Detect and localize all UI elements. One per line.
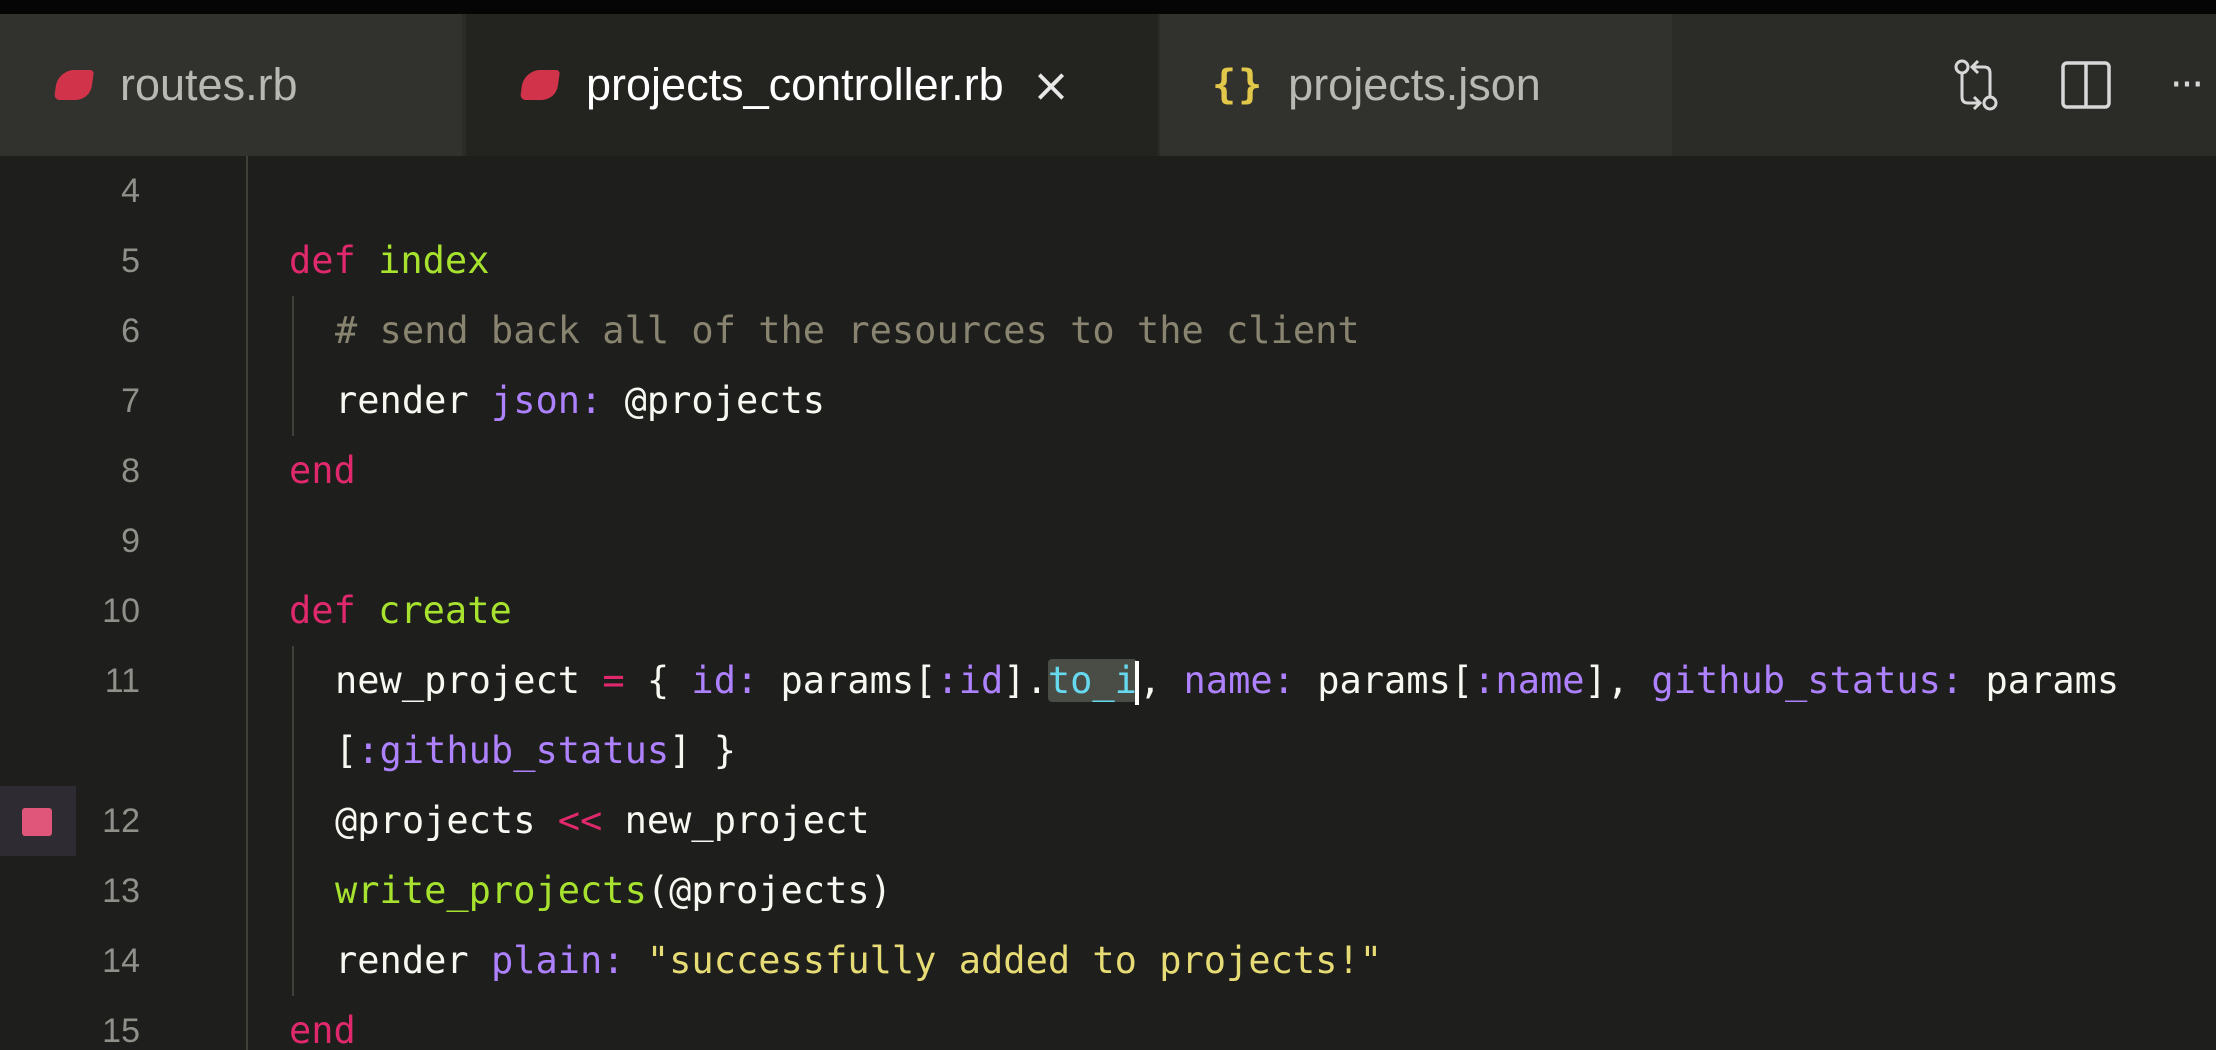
line-number: 6 [121,312,140,350]
selected-text[interactable]: to_i [1047,659,1137,702]
tab-label: routes.rb [120,59,298,110]
line-number: 8 [121,452,140,490]
line-number: 11 [104,662,140,700]
more-actions-icon[interactable]: ··· [2156,55,2216,115]
keyword: def [289,589,356,632]
code-token: render [335,939,491,982]
line-number: 10 [102,592,140,630]
compare-changes-icon[interactable] [1946,55,2006,115]
function-call: write_projects [335,869,647,912]
code-token: render [335,379,491,422]
symbol-token: :id [936,659,1004,702]
json-icon: {} [1212,62,1265,108]
code-line-7: render json: @projects [335,366,825,436]
ruby-icon [53,70,95,100]
method-name: create [378,589,512,632]
keyword: def [289,239,356,282]
code-line-11: new_project = { id: params[:id].to_i, na… [335,646,2119,716]
code-token: params[ [758,659,937,702]
symbol-token: plain: [490,939,625,982]
split-editor-icon[interactable] [2056,55,2116,115]
keyword: end [289,449,356,492]
tab-projects-controller[interactable]: projects_controller.rb × [466,14,1158,156]
code-token: params[ [1294,659,1474,702]
code-line-10: def create [289,576,512,646]
code-token: params [1963,659,2120,702]
code-line-15: end [289,996,356,1050]
symbol-token: github_status: [1651,659,1964,702]
editor-window: routes.rb projects_controller.rb × {} pr… [0,0,2216,1050]
code-token: new_project [335,659,603,702]
code-line-11-wrap: [:github_status] } [335,716,736,786]
line-number: 5 [121,242,140,280]
tab-bar: routes.rb projects_controller.rb × {} pr… [0,14,2216,156]
tab-routes[interactable]: routes.rb [0,14,462,156]
symbol-token: :name [1473,659,1585,702]
operator-token: << [557,799,603,842]
code-line-5: def index [289,226,490,296]
line-number: 12 [102,802,140,840]
code-token: { [624,659,692,702]
code-token: (@projects) [646,869,892,912]
line-number: 13 [102,872,140,910]
editor-actions: ··· [1896,14,2216,156]
code-line-8: end [289,436,356,506]
code-token: [ [335,729,358,772]
close-icon[interactable]: × [1032,58,1071,112]
symbol-token: :github_status [357,729,670,772]
code-line-14: render plain: "successfully added to pro… [335,926,1382,996]
string-literal: "successfully added to projects!" [646,939,1382,982]
code-editor[interactable]: 4 5 6 7 8 9 10 11 12 13 14 15 def index … [0,156,2216,1050]
symbol-token: json: [490,379,603,422]
line-number: 9 [121,522,140,560]
code-line-6: # send back all of the resources to the … [335,296,1360,366]
tab-label: projects.json [1288,59,1541,110]
code-token: new_project [602,799,870,842]
indent-guide [246,156,248,1050]
breakpoint-marker[interactable] [0,786,76,856]
symbol-token: name: [1183,659,1295,702]
line-number: 7 [121,382,140,420]
title-bar [0,0,2216,14]
code-token: ] } [669,729,736,772]
code-token: ], [1584,659,1652,702]
ruby-icon [519,70,561,100]
symbol-token: id: [691,659,759,702]
code-line-13: write_projects(@projects) [335,856,892,926]
code-line-12: @projects << new_project [335,786,870,856]
tab-projects-json[interactable]: {} projects.json [1160,14,1672,156]
operator-token: = [602,659,625,702]
tab-label: projects_controller.rb [586,59,1004,110]
line-number: 4 [121,172,140,210]
breakpoint-icon [22,808,52,836]
keyword: end [289,1009,356,1050]
line-number: 15 [102,1012,140,1050]
method-name: index [378,239,490,282]
line-number: 14 [102,942,140,980]
comment: # send back all of the resources to the … [335,309,1360,352]
code-token: @projects [335,799,558,842]
line-number-gutter: 4 5 6 7 8 9 10 11 12 13 14 15 [0,156,210,1050]
code-token: , [1138,659,1184,702]
code-token: @projects [602,379,826,422]
indent-guide [292,296,294,436]
code-token: ]. [1003,659,1048,702]
indent-guide [292,646,294,996]
